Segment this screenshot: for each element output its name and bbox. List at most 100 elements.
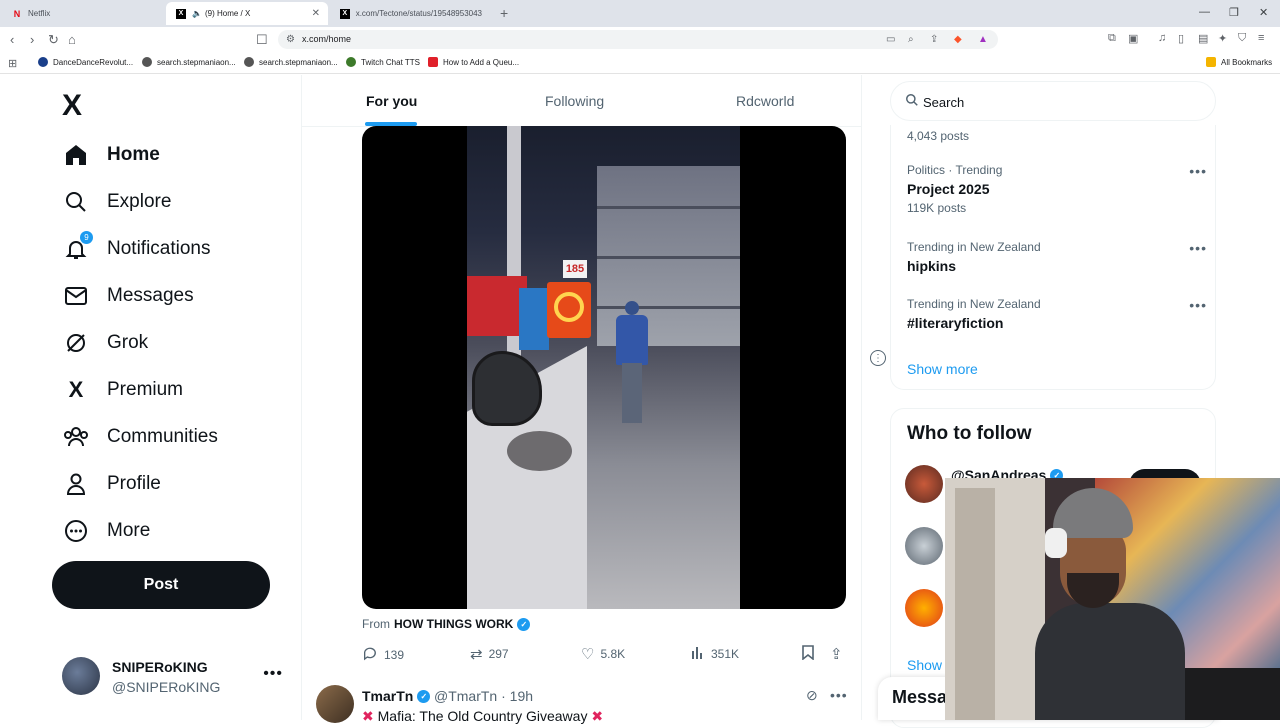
tab-tectone-status[interactable]: X x.com/Tectone/status/19548953043 <box>330 2 492 25</box>
more-dots-icon[interactable]: ••• <box>1189 163 1207 179</box>
trend-count: 119K posts <box>907 201 967 215</box>
trend-item[interactable]: Politics · Trending Project 2025 119K po… <box>907 163 1207 215</box>
x-icon: X <box>340 8 350 19</box>
share-icon[interactable]: ⇪ <box>930 34 938 45</box>
sidebar-item-messages[interactable]: Messages <box>62 278 194 314</box>
author-name[interactable]: TmarTn ✓ <box>362 688 431 704</box>
all-bookmarks-label: All Bookmarks <box>1221 57 1273 67</box>
sidebar-item-label: Explore <box>107 191 172 212</box>
streamer-hoodie <box>1035 603 1185 720</box>
bookmark-button[interactable] <box>802 645 820 664</box>
video-frame: 185 <box>467 126 740 609</box>
sidebar-item-label: Premium <box>107 379 184 400</box>
webcam-keyboard <box>1185 668 1280 720</box>
bookmark-item[interactable]: Twitch Chat TTS <box>346 57 420 67</box>
trend-item[interactable]: 4,043 posts <box>907 125 1207 143</box>
more-options-icon[interactable]: ⋮ <box>870 350 886 366</box>
bookmark-icon <box>802 645 814 664</box>
avatar[interactable] <box>905 589 943 627</box>
reply-button[interactable]: 139 <box>362 645 404 665</box>
extensions-icon[interactable]: ⧉ <box>1108 32 1116 45</box>
tab-search-icon[interactable]: ▣ <box>1128 32 1138 45</box>
sidebar-item-profile[interactable]: Profile <box>62 466 161 502</box>
tab-for-you[interactable]: For you <box>366 93 417 109</box>
leo-icon[interactable]: ✦ <box>1218 32 1227 45</box>
site-info-icon[interactable]: ⚙ <box>286 34 295 45</box>
home-icon[interactable]: ⌂ <box>68 32 76 47</box>
restore-button[interactable]: ❐ <box>1229 6 1239 19</box>
post-button[interactable]: Post <box>52 561 270 609</box>
tweet-video[interactable]: 185 <box>362 126 846 609</box>
all-bookmarks[interactable]: All Bookmarks <box>1206 57 1272 67</box>
tab-following[interactable]: Following <box>545 93 604 109</box>
cast-icon[interactable]: ▭ <box>886 34 895 45</box>
bookmark-item[interactable]: search.stepmaniaon... <box>142 57 236 67</box>
webcam-overlay <box>945 478 1280 720</box>
bookmark-item[interactable]: DanceDanceRevolut... <box>38 57 133 67</box>
tab-netflix[interactable]: N Netflix <box>2 2 166 25</box>
more-dots-icon[interactable]: ••• <box>830 687 848 703</box>
forward-icon[interactable]: › <box>30 32 34 47</box>
url-field[interactable]: ⚙ x.com/home ▭ ⌕ ⇪ ◆ ▲ <box>278 30 998 49</box>
url-text: x.com/home <box>302 34 352 44</box>
search-input[interactable]: Search <box>890 81 1216 121</box>
window-close-button[interactable]: ✕ <box>1259 6 1268 19</box>
tab-home-x[interactable]: X 🔈 (9) Home / X ✕ <box>166 2 328 25</box>
show-more-trends[interactable]: Show more <box>907 361 978 377</box>
grok-icon[interactable]: ⊘ <box>806 687 818 704</box>
trend-category: Trending in New Zealand <box>907 297 1041 311</box>
grok-icon <box>62 329 90 357</box>
vpn-icon[interactable]: ⛉ <box>1238 32 1246 45</box>
trend-name: Project 2025 <box>907 181 990 197</box>
menu-icon[interactable]: ≡ <box>1258 32 1264 44</box>
brave-shield-icon[interactable]: ◆ <box>954 34 962 45</box>
account-switcher[interactable]: SNIPERoKING @SNIPERoKING ••• <box>62 655 287 699</box>
repost-button[interactable]: ⇄ 297 <box>470 645 509 663</box>
minimize-button[interactable]: — <box>1199 6 1210 18</box>
bookmark-item[interactable]: How to Add a Queu... <box>428 57 519 67</box>
sidebar-toggle-icon[interactable]: ▯ <box>1178 32 1184 45</box>
bookmark-item[interactable]: search.stepmaniaon... <box>244 57 338 67</box>
media-icon[interactable]: ♫ <box>1158 32 1166 44</box>
rewards-icon[interactable]: ▲ <box>978 34 988 45</box>
share-button[interactable]: ⇪ <box>830 645 849 663</box>
like-button[interactable]: ♡ 5.8K <box>581 645 625 663</box>
zoom-icon[interactable]: ⌕ <box>908 34 914 45</box>
bookmark-icon[interactable]: ☐ <box>256 32 268 48</box>
avatar[interactable] <box>905 527 943 565</box>
repost-icon: ⇄ <box>470 646 483 663</box>
gift-icon: ✖ <box>587 708 604 724</box>
trend-item[interactable]: Trending in New Zealand #literaryfiction… <box>907 297 1207 331</box>
sidebar-item-premium[interactable]: X Premium <box>62 372 183 408</box>
webcam-door <box>955 488 995 720</box>
folder-icon <box>1206 57 1216 67</box>
envelope-icon <box>62 282 90 310</box>
more-dots-icon[interactable]: ••• <box>1189 240 1207 256</box>
sidebar-item-grok[interactable]: Grok <box>62 325 148 361</box>
trend-item[interactable]: Trending in New Zealand hipkins ••• <box>907 240 1207 274</box>
more-dots-icon[interactable]: ••• <box>263 665 283 683</box>
close-icon[interactable]: ✕ <box>312 8 320 19</box>
avatar[interactable] <box>316 685 354 723</box>
reload-icon[interactable]: ↻ <box>48 32 59 48</box>
wallet-icon[interactable]: ▤ <box>1198 32 1208 45</box>
source-account[interactable]: HOW THINGS WORK <box>394 617 513 631</box>
sidebar-item-home[interactable]: Home <box>62 137 160 173</box>
sidebar-item-notifications[interactable]: 9 Notifications <box>62 231 211 267</box>
author-handle[interactable]: @TmarTn · 19h <box>434 688 533 704</box>
apps-grid-icon[interactable]: ⊞ <box>8 57 17 70</box>
next-tweet[interactable]: TmarTn ✓ @TmarTn · 19h ✖ Mafia: The Old C… <box>316 685 856 725</box>
who-to-follow-title: Who to follow <box>907 423 1032 444</box>
views-button[interactable]: 351K <box>691 645 739 663</box>
more-dots-icon[interactable]: ••• <box>1189 297 1207 313</box>
x-logo[interactable]: X <box>62 89 82 123</box>
tab-rdcworld[interactable]: Rdcworld <box>736 93 794 109</box>
sidebar-item-explore[interactable]: Explore <box>62 184 171 220</box>
manhole-cover <box>507 431 572 471</box>
new-tab-button[interactable]: + <box>500 5 508 21</box>
headset-icon <box>1045 528 1067 558</box>
sidebar-item-communities[interactable]: Communities <box>62 419 218 455</box>
back-icon[interactable]: ‹ <box>10 32 14 47</box>
avatar[interactable] <box>905 465 943 503</box>
sidebar-item-more[interactable]: More <box>62 513 150 549</box>
